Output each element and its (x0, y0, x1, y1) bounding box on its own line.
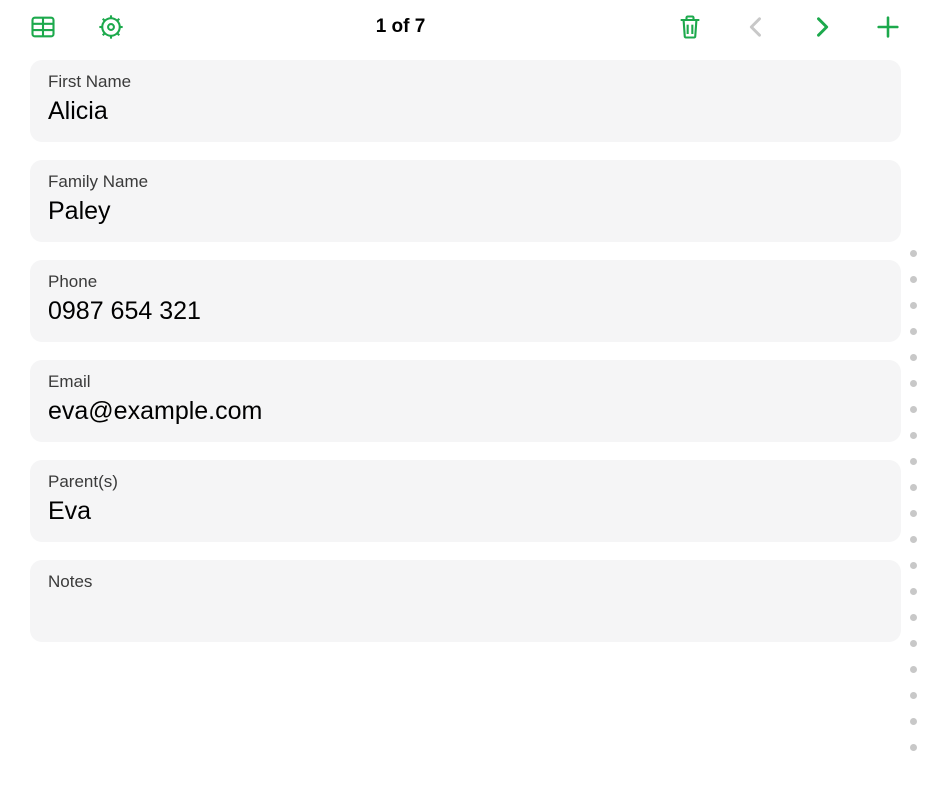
form-content: First Name Alicia Family Name Paley Phon… (0, 52, 931, 790)
pagination-label: 1 of 7 (126, 16, 675, 38)
scroll-dot (910, 640, 917, 647)
scroll-dot (910, 692, 917, 699)
toolbar-right (675, 12, 903, 42)
scroll-dot (910, 562, 917, 569)
chevron-right-icon (808, 13, 836, 41)
field-label: Family Name (48, 172, 883, 192)
field-label: First Name (48, 72, 883, 92)
field-label: Notes (48, 572, 883, 592)
field-family-name[interactable]: Family Name Paley (30, 160, 901, 242)
field-label: Phone (48, 272, 883, 292)
table-view-button[interactable] (28, 12, 58, 42)
scroll-dot (910, 536, 917, 543)
scroll-dot (910, 614, 917, 621)
scroll-dot (910, 744, 917, 751)
gear-icon (97, 13, 125, 41)
toolbar: 1 of 7 (0, 0, 931, 52)
next-record-button[interactable] (807, 12, 837, 42)
scroll-dot (910, 588, 917, 595)
field-email[interactable]: Email eva@example.com (30, 360, 901, 442)
add-record-button[interactable] (873, 12, 903, 42)
field-value[interactable]: Paley (48, 196, 883, 226)
field-first-name[interactable]: First Name Alicia (30, 60, 901, 142)
field-notes[interactable]: Notes (30, 560, 901, 642)
scroll-indicator (910, 250, 917, 751)
plus-icon (874, 13, 902, 41)
trash-icon (676, 13, 704, 41)
field-value[interactable]: Alicia (48, 96, 883, 126)
field-phone[interactable]: Phone 0987 654 321 (30, 260, 901, 342)
settings-button[interactable] (96, 12, 126, 42)
scroll-dot (910, 666, 917, 673)
field-label: Email (48, 372, 883, 392)
scroll-dot (910, 380, 917, 387)
toolbar-left (28, 12, 126, 42)
field-label: Parent(s) (48, 472, 883, 492)
scroll-dot (910, 510, 917, 517)
scroll-dot (910, 276, 917, 283)
scroll-dot (910, 302, 917, 309)
chevron-left-icon (742, 13, 770, 41)
form-view: 1 of 7 (0, 0, 931, 790)
delete-button[interactable] (675, 12, 705, 42)
scroll-dot (910, 718, 917, 725)
field-value[interactable]: eva@example.com (48, 396, 883, 426)
scroll-dot (910, 432, 917, 439)
scroll-dot (910, 250, 917, 257)
field-value[interactable] (48, 596, 883, 626)
previous-record-button[interactable] (741, 12, 771, 42)
scroll-dot (910, 354, 917, 361)
scroll-dot (910, 484, 917, 491)
field-parents[interactable]: Parent(s) Eva (30, 460, 901, 542)
field-value[interactable]: 0987 654 321 (48, 296, 883, 326)
table-grid-icon (29, 13, 57, 41)
scroll-dot (910, 458, 917, 465)
field-value[interactable]: Eva (48, 496, 883, 526)
scroll-dot (910, 328, 917, 335)
scroll-dot (910, 406, 917, 413)
